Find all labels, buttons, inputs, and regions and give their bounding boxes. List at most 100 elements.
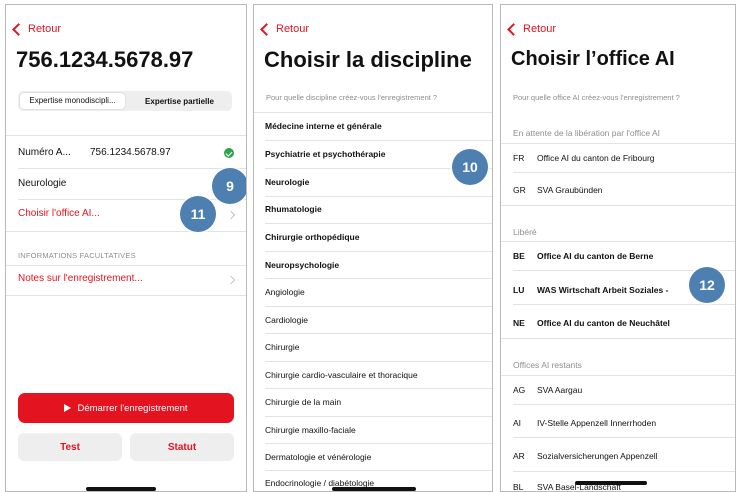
divider <box>513 304 735 305</box>
callout-badge-9: 9 <box>212 168 246 204</box>
group-header-pending: En attente de la libération par l'office… <box>513 128 661 138</box>
office-code: FR <box>513 153 525 163</box>
callout-badge-11: 11 <box>180 196 216 232</box>
office-name: Office AI du canton de Fribourg <box>537 153 655 163</box>
divider <box>513 437 735 438</box>
page-subtitle: Pour quelle office AI créez-vous l'enreg… <box>513 93 680 102</box>
callout-badge-12: 12 <box>689 267 725 303</box>
office-item[interactable]: AG SVA Aargau <box>513 385 582 395</box>
office-name: WAS Wirtschaft Arbeit Soziales - <box>537 285 669 295</box>
page-title: 756.1234.5678.97 <box>16 47 194 72</box>
back-button[interactable]: Retour <box>507 22 557 36</box>
optional-info-header: INFORMATIONS FACULTATIVES <box>18 251 136 260</box>
office-item[interactable]: AI IV-Stelle Appenzell Innerrhoden <box>513 418 656 428</box>
play-icon <box>64 404 72 412</box>
office-item[interactable]: BE Office AI du canton de Berne <box>513 251 653 261</box>
office-name: Office AI du canton de Berne <box>537 251 654 261</box>
status-button[interactable]: Statut <box>130 433 234 461</box>
office-code: AR <box>513 451 525 461</box>
divider <box>265 470 492 471</box>
office-name: SVA Aargau <box>537 385 583 395</box>
number-value: 756.1234.5678.97 <box>90 147 171 158</box>
office-code: AI <box>513 418 522 428</box>
divider <box>265 223 492 224</box>
office-code: LU <box>513 285 525 295</box>
office-code: BL <box>513 482 524 492</box>
divider <box>501 338 735 339</box>
discipline-item[interactable]: Chirurgie de la main <box>265 397 341 407</box>
screen-choose-discipline: Retour Choisir la discipline Pour quelle… <box>253 4 493 492</box>
discipline-row[interactable]: Neurologie <box>18 178 66 189</box>
start-recording-button[interactable]: Démarrer l'enregistrement <box>18 393 234 423</box>
office-code: AG <box>513 385 526 395</box>
chevron-left-icon <box>507 22 520 36</box>
divider <box>6 265 246 266</box>
discipline-item[interactable]: Neuropsychologie <box>265 260 339 270</box>
page-title: Choisir l’office AI <box>511 48 675 70</box>
divider <box>501 241 735 242</box>
back-label: Retour <box>28 23 62 35</box>
divider <box>501 375 735 376</box>
divider <box>265 388 492 389</box>
office-item[interactable]: NE Office AI du canton de Neuchâtel <box>513 318 670 328</box>
page-subtitle: Pour quelle discipline créez-vous l'enre… <box>266 93 438 102</box>
chevron-left-icon <box>12 22 25 36</box>
office-item[interactable]: FR Office AI du canton de Fribourg <box>513 153 655 163</box>
divider <box>265 278 492 279</box>
discipline-item[interactable]: Angiologie <box>265 287 305 297</box>
callout-badge-10: 10 <box>452 149 488 185</box>
discipline-item[interactable]: Chirurgie cardio-vasculaire et thoraciqu… <box>265 370 418 380</box>
back-button[interactable]: Retour <box>260 22 309 36</box>
discipline-item[interactable]: Chirurgie orthopédique <box>265 232 359 242</box>
office-name: Office AI du canton de Neuchâtel <box>537 318 670 328</box>
home-indicator <box>332 487 416 491</box>
divider <box>6 295 246 296</box>
group-header-remaining: Offices AI restants <box>513 360 582 370</box>
chevron-left-icon <box>260 22 273 36</box>
divider <box>265 416 492 417</box>
discipline-item[interactable]: Cardiologie <box>265 315 308 325</box>
chevron-right-icon <box>226 275 236 285</box>
discipline-item[interactable]: Dermatologie et vénérologie <box>265 452 371 462</box>
segmented-control: Expertise monodiscipli... Expertise part… <box>18 91 232 111</box>
divider <box>254 112 492 113</box>
office-item[interactable]: LU WAS Wirtschaft Arbeit Soziales - <box>513 285 668 295</box>
divider <box>265 251 492 252</box>
check-icon <box>224 148 234 158</box>
group-header-released: Libéré <box>513 227 537 237</box>
discipline-item[interactable]: Psychiatrie et psychothérapie <box>265 149 385 159</box>
divider <box>265 361 492 362</box>
discipline-item[interactable]: Chirurgie maxillo-faciale <box>265 425 356 435</box>
office-code: BE <box>513 251 525 261</box>
divider <box>265 306 492 307</box>
office-name: IV-Stelle Appenzell Innerrhoden <box>537 418 657 428</box>
start-recording-label: Démarrer l'enregistrement <box>77 402 188 414</box>
number-label: Numéro A... <box>18 147 71 158</box>
divider <box>501 205 735 206</box>
divider <box>265 443 492 444</box>
office-item[interactable]: AR Sozialversicherungen Appenzell <box>513 451 658 461</box>
discipline-item[interactable]: Médecine interne et générale <box>265 121 382 131</box>
divider <box>18 199 246 200</box>
screen-choose-office: Retour Choisir l’office AI Pour quelle o… <box>500 4 736 492</box>
divider <box>501 143 735 144</box>
page-title: Choisir la discipline <box>264 47 472 72</box>
segment-monodisciplinary[interactable]: Expertise monodiscipli... <box>20 93 125 109</box>
back-label: Retour <box>523 23 557 35</box>
divider <box>265 196 492 197</box>
divider <box>265 333 492 334</box>
office-code: GR <box>513 185 526 195</box>
discipline-item[interactable]: Rhumatologie <box>265 204 322 214</box>
segment-partial[interactable]: Expertise partielle <box>127 97 232 106</box>
home-indicator <box>86 487 156 491</box>
notes-link[interactable]: Notes sur l'enregistrement... <box>18 273 143 284</box>
office-item[interactable]: GR SVA Graubünden <box>513 185 603 195</box>
choose-office-link[interactable]: Choisir l'office AI... <box>18 208 100 219</box>
office-name: Sozialversicherungen Appenzell <box>537 451 658 461</box>
divider <box>513 404 735 405</box>
back-button[interactable]: Retour <box>12 22 62 36</box>
home-indicator <box>575 481 647 485</box>
discipline-item[interactable]: Chirurgie <box>265 342 300 352</box>
test-button[interactable]: Test <box>18 433 122 461</box>
discipline-item-selected[interactable]: Neurologie <box>265 177 309 187</box>
